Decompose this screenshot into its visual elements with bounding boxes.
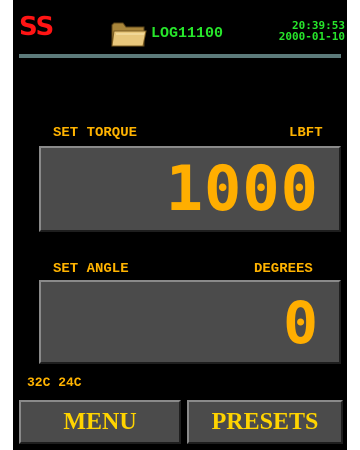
angle-unit: DEGREES [254, 261, 313, 277]
presets-button[interactable]: PRESETS [187, 400, 343, 444]
brand-logo: SS [19, 12, 54, 42]
torque-value: 1000 [165, 152, 319, 225]
torque-display[interactable]: 1000 [39, 146, 341, 232]
clock: 20:39:53 2000-01-10 [265, 20, 345, 42]
torque-unit: LBFT [289, 125, 323, 141]
log-file-name[interactable]: LOG11100 [151, 26, 223, 41]
menu-button[interactable]: MENU [19, 400, 181, 444]
clock-date: 2000-01-10 [278, 30, 345, 43]
angle-display[interactable]: 0 [39, 280, 341, 364]
torque-label: SET TORQUE [53, 125, 138, 141]
folder-icon[interactable] [111, 21, 147, 47]
status-bar: SS LOG11100 20:39:53 2000-01-10 [13, 0, 347, 58]
angle-label: SET ANGLE [53, 261, 129, 277]
temperature-readout: 32C 24C [27, 375, 82, 390]
angle-value: 0 [283, 289, 319, 357]
device-screen: SS LOG11100 20:39:53 2000-01-10 SET TORQ… [13, 0, 347, 450]
header-divider [19, 54, 341, 58]
